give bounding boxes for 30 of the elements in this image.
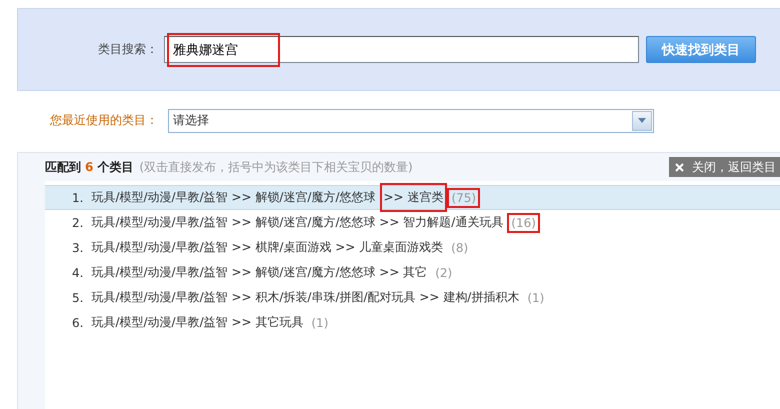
match-suffix: 个类目 — [97, 158, 134, 176]
category-leaf: >> 迷宫类 — [380, 183, 448, 212]
row-number: 2. — [72, 216, 84, 230]
recent-category-label: 您最近使用的类目： — [50, 112, 158, 129]
item-count: (1) — [310, 314, 330, 332]
row-number: 3. — [72, 240, 84, 254]
close-icon — [675, 162, 684, 172]
category-path: 玩具/模型/动漫/早教/益智 >> 解锁/迷宫/魔方/悠悠球 >> 智力解题/通关玩具 — [91, 214, 504, 231]
category-path: 玩具/模型/动漫/早教/益智 >> 解锁/迷宫/魔方/悠悠球 >> 其它 — [91, 264, 428, 281]
row-number: 6. — [72, 316, 84, 330]
category-path: 玩具/模型/动漫/早教/益智 >> 积木/拆装/串珠/拼图/配对玩具 >> 建构/拼插积木 — [91, 289, 520, 306]
category-path: 玩具/模型/动漫/早教/益智 >> 棋牌/桌面游戏 >> 儿童桌面游戏类 — [91, 239, 444, 256]
search-label: 类目搜索： — [98, 41, 158, 58]
category-path: 玩具/模型/动漫/早教/益智 >> 解锁/迷宫/魔方/悠悠球 — [91, 189, 376, 206]
item-count: (8) — [450, 240, 470, 256]
row-number: 4. — [72, 266, 84, 280]
close-button[interactable]: 关闭，返回类目 — [669, 157, 780, 177]
item-count: (1) — [526, 290, 546, 306]
row-number: 5. — [72, 290, 84, 304]
item-count: (75) — [447, 188, 480, 208]
category-row[interactable]: 1. 玩具/模型/动漫/早教/益智 >> 解锁/迷宫/魔方/悠悠球 >> 迷宫类 (75) — [45, 185, 780, 210]
item-count: (2) — [434, 264, 454, 282]
category-path: 玩具/模型/动漫/早教/益智 >> 其它玩具 — [91, 314, 304, 331]
item-count: (16) — [507, 212, 540, 232]
input-text: 雅典娜迷宫 — [167, 32, 280, 66]
recent-category-select[interactable]: 请选择 — [168, 108, 654, 132]
match-note: (双击直接发布，括号中为该类目下相关宝贝的数量) — [139, 158, 413, 176]
match-count: 6 — [85, 160, 94, 174]
row-number: 1. — [72, 190, 84, 204]
match-label: 匹配到 — [45, 158, 81, 176]
